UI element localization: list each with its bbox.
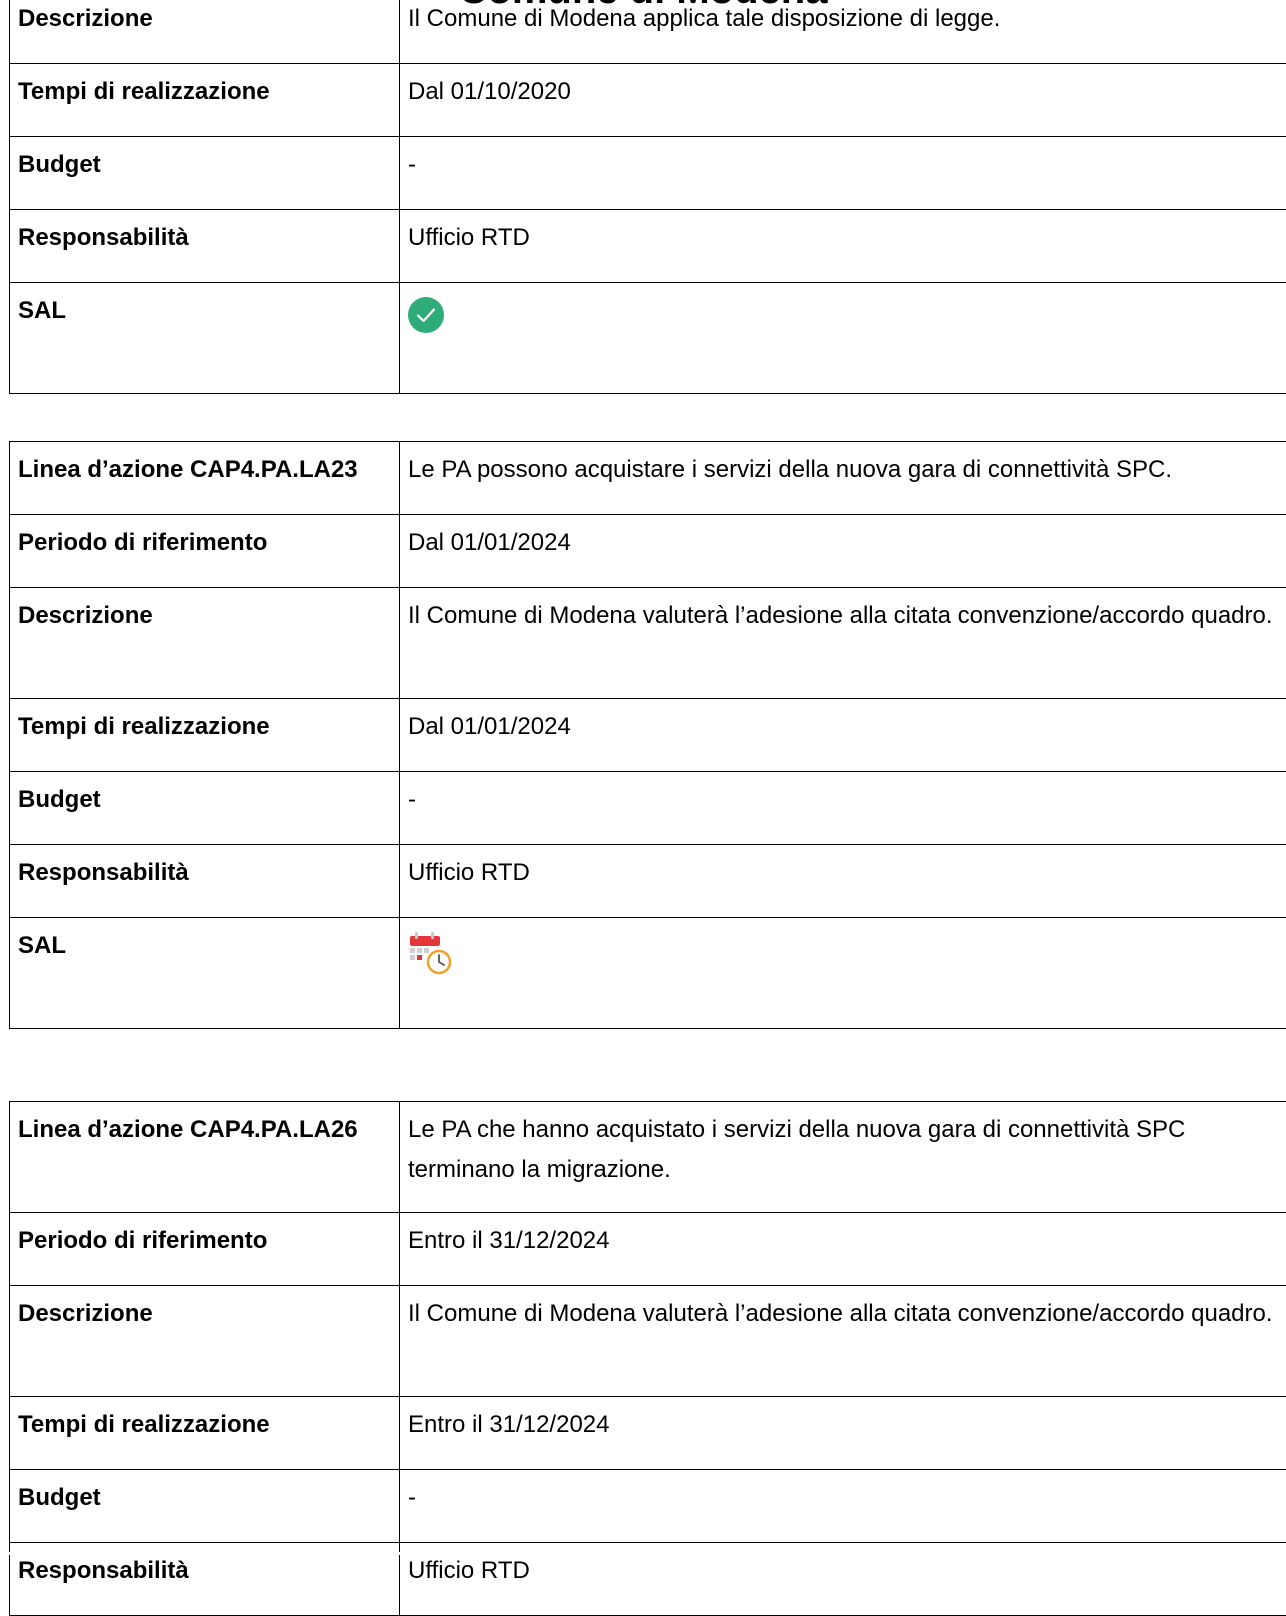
sal-status-cell xyxy=(400,918,1286,1029)
row-value: - xyxy=(400,137,1286,210)
row-label: SAL xyxy=(10,918,400,1029)
action-table-1: Descrizione Il Comune di Modena applica … xyxy=(9,0,1286,394)
table-row: Periodo di riferimento Entro il 31/12/20… xyxy=(10,1213,1286,1286)
row-value: Le PA possono acquistare i servizi della… xyxy=(400,442,1286,515)
table-row: SAL xyxy=(10,918,1286,1029)
table-row: Tempi di realizzazione Dal 01/01/2024 xyxy=(10,699,1286,772)
row-value: Il Comune di Modena valuterà l’adesione … xyxy=(400,1286,1286,1397)
row-value: Entro il 31/12/2024 xyxy=(400,1397,1286,1470)
table-row: Budget - xyxy=(10,137,1286,210)
row-label: Descrizione xyxy=(10,0,400,64)
row-value: Il Comune di Modena valuterà l’adesione … xyxy=(400,588,1286,699)
row-label: Periodo di riferimento xyxy=(10,515,400,588)
action-table-3: Linea d’azione CAP4.PA.LA26 Le PA che ha… xyxy=(9,1101,1286,1616)
row-value: Ufficio RTD xyxy=(400,845,1286,918)
row-label: Descrizione xyxy=(10,588,400,699)
row-label: Linea d’azione CAP4.PA.LA23 xyxy=(10,442,400,515)
row-label: Periodo di riferimento xyxy=(10,1213,400,1286)
row-value: Entro il 31/12/2024 xyxy=(400,1213,1286,1286)
row-label: Linea d’azione CAP4.PA.LA26 xyxy=(10,1102,400,1213)
row-value: Dal 01/01/2024 xyxy=(400,699,1286,772)
table-row: Descrizione Il Comune di Modena valuterà… xyxy=(10,1286,1286,1397)
sal-status-cell xyxy=(400,283,1286,394)
table-row: SAL xyxy=(10,283,1286,394)
row-label: Budget xyxy=(10,772,400,845)
row-label: Descrizione xyxy=(10,1286,400,1397)
table-row: Tempi di realizzazione Entro il 31/12/20… xyxy=(10,1397,1286,1470)
row-label: SAL xyxy=(10,283,400,394)
table-row: Linea d’azione CAP4.PA.LA26 Le PA che ha… xyxy=(10,1102,1286,1213)
row-label: Responsabilità xyxy=(10,210,400,283)
table-row: Budget - xyxy=(10,772,1286,845)
action-table-2: Linea d’azione CAP4.PA.LA23 Le PA posson… xyxy=(9,441,1286,1029)
row-value: Dal 01/10/2020 xyxy=(400,64,1286,137)
table-row: Descrizione Il Comune di Modena applica … xyxy=(10,0,1286,64)
check-circle-icon xyxy=(408,297,1286,333)
row-value: Ufficio RTD xyxy=(400,210,1286,283)
table-row: Budget - xyxy=(10,1470,1286,1543)
table-row: Tempi di realizzazione Dal 01/10/2020 xyxy=(10,64,1286,137)
table-row: Responsabilità Ufficio RTD xyxy=(10,210,1286,283)
table-row: Responsabilità Ufficio RTD xyxy=(10,845,1286,918)
table-row: Descrizione Il Comune di Modena valuterà… xyxy=(10,588,1286,699)
calendar-clock-icon xyxy=(408,932,1286,978)
row-value: Le PA che hanno acquistato i servizi del… xyxy=(400,1102,1286,1213)
row-value: Dal 01/01/2024 xyxy=(400,515,1286,588)
row-label: Budget xyxy=(10,137,400,210)
row-label: Tempi di realizzazione xyxy=(10,64,400,137)
table-row: Linea d’azione CAP4.PA.LA23 Le PA posson… xyxy=(10,442,1286,515)
row-value: - xyxy=(400,772,1286,845)
row-value: Il Comune di Modena applica tale disposi… xyxy=(400,0,1286,64)
row-value: - xyxy=(400,1470,1286,1543)
row-label: Responsabilità xyxy=(10,845,400,918)
row-label: Budget xyxy=(10,1470,400,1543)
row-label: Tempi di realizzazione xyxy=(10,1397,400,1470)
row-label: Tempi di realizzazione xyxy=(10,699,400,772)
table-row: Periodo di riferimento Dal 01/01/2024 xyxy=(10,515,1286,588)
